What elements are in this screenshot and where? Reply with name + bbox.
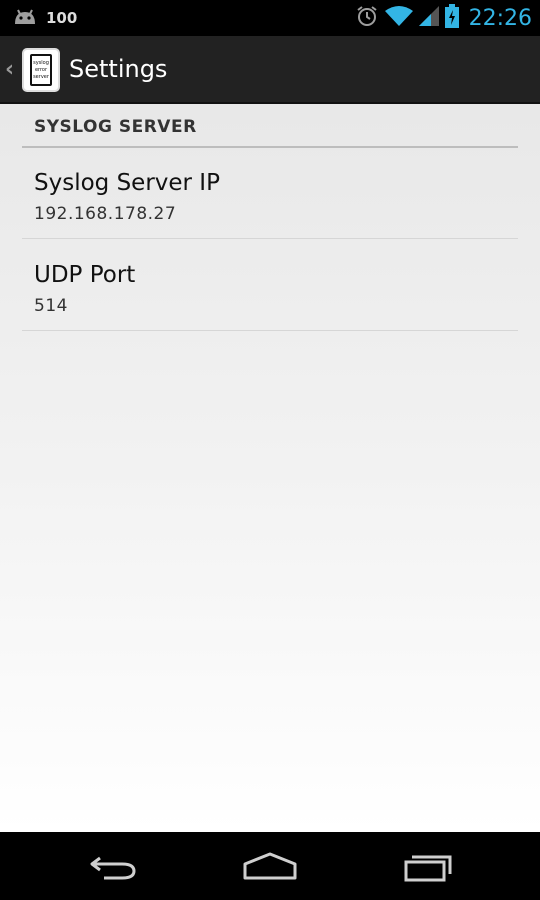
preference-title: UDP Port <box>34 262 136 288</box>
back-icon <box>90 856 136 880</box>
preferences-list: SYSLOG SERVER Syslog Server IP 192.168.1… <box>0 104 540 832</box>
preference-summary: 192.168.178.27 <box>34 204 177 224</box>
app-icon-document: syslog error server <box>30 54 52 86</box>
home-icon <box>243 852 297 880</box>
notification-count: 100 <box>46 9 78 27</box>
alarm-clock-icon <box>355 4 379 32</box>
status-bar: 100 22:26 <box>0 0 540 36</box>
recent-apps-icon <box>404 855 452 882</box>
status-right: 22:26 <box>355 0 532 36</box>
screen-title: Settings <box>69 55 168 83</box>
syslog-server-ip-preference[interactable]: Syslog Server IP 192.168.178.27 <box>22 148 518 239</box>
app-icon[interactable]: syslog error server <box>22 48 60 92</box>
status-left: 100 <box>12 0 77 36</box>
app-icon-line: syslog <box>33 59 49 66</box>
udp-port-preference[interactable]: UDP Port 514 <box>22 240 518 331</box>
navigation-bar <box>0 832 540 900</box>
wifi-icon <box>384 5 413 31</box>
status-clock: 22:26 <box>468 5 532 31</box>
android-icon <box>12 6 38 30</box>
app-icon-line: server <box>33 73 49 80</box>
preference-title: Syslog Server IP <box>34 170 220 196</box>
preference-category: SYSLOG SERVER <box>22 116 518 148</box>
home-button[interactable] <box>240 848 300 884</box>
app-icon-line: error <box>34 66 48 73</box>
battery-charging-icon <box>444 4 459 32</box>
up-caret-icon[interactable]: ‹ <box>5 57 14 82</box>
cell-signal-icon <box>418 5 439 31</box>
preference-category-label: SYSLOG SERVER <box>34 117 197 137</box>
preference-summary: 514 <box>34 296 68 316</box>
back-button[interactable] <box>82 848 142 884</box>
action-bar: ‹ syslog error server Settings <box>0 36 540 104</box>
recent-apps-button[interactable] <box>398 848 458 884</box>
